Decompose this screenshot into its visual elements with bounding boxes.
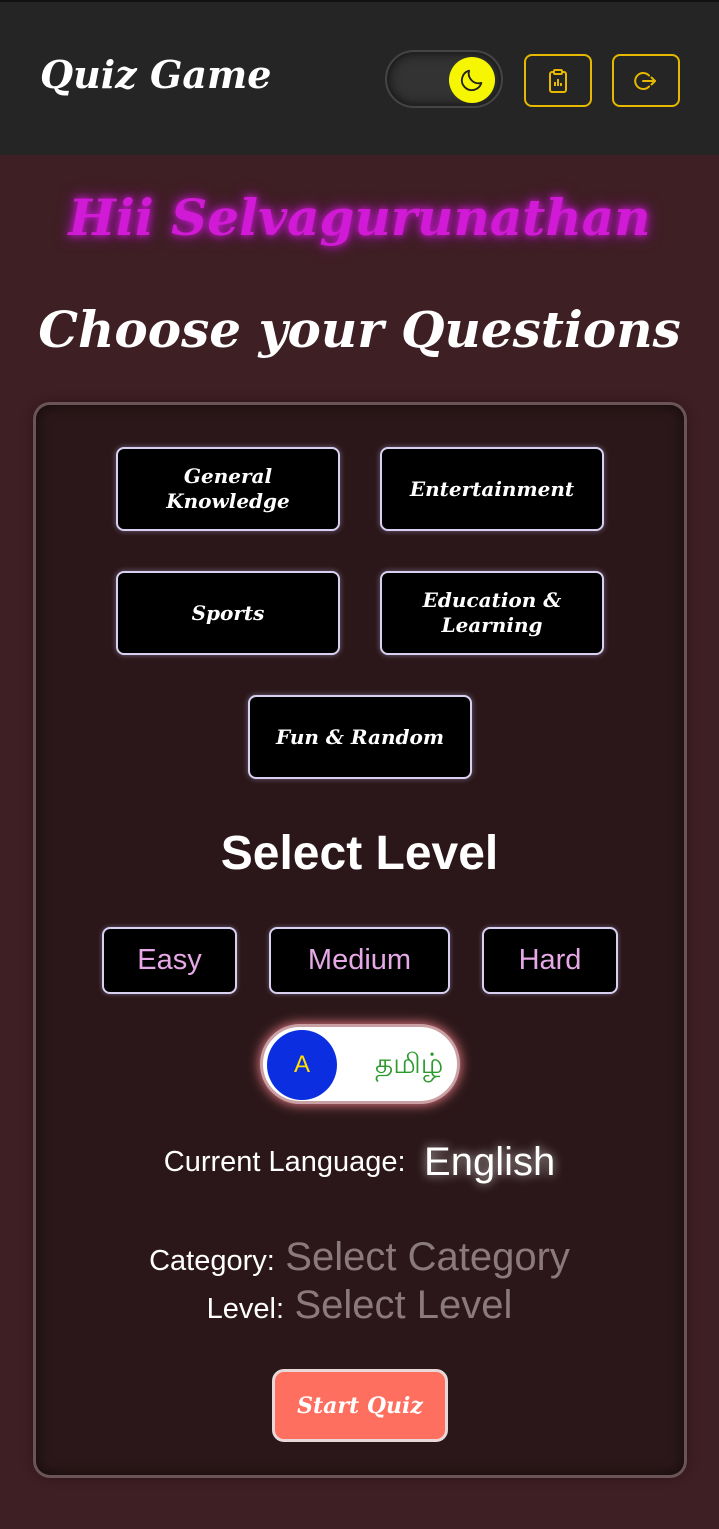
select-level-heading: Select Level <box>220 827 499 880</box>
level-summary: Level: Select Level <box>0 1283 719 1328</box>
current-language-value: English <box>424 1140 556 1184</box>
level-medium-button[interactable]: Medium <box>269 927 450 994</box>
language-toggle[interactable]: A தமிழ் <box>260 1024 460 1104</box>
greeting-text: Hii Selvagurunathan <box>68 188 651 247</box>
clipboard-icon <box>549 68 567 93</box>
logout-icon <box>634 71 656 90</box>
category-education-button[interactable]: Education & Learning <box>380 571 604 655</box>
category-summary: Category: Select Category <box>0 1235 719 1280</box>
current-language: Current Language: English <box>0 1140 719 1185</box>
app-title: Quiz Game <box>40 52 272 97</box>
category-sports-button[interactable]: Sports <box>116 571 340 655</box>
category-summary-value: Select Category <box>285 1235 570 1279</box>
category-fun-random-button[interactable]: Fun & Random <box>248 695 472 779</box>
category-entertainment-button[interactable]: Entertainment <box>380 447 604 531</box>
language-toggle-knob: A <box>267 1030 337 1100</box>
category-general-knowledge-button[interactable]: General Knowledge <box>116 447 340 531</box>
app-header: Quiz Game <box>0 0 719 155</box>
page-heading: Choose your Questions <box>38 300 681 359</box>
current-language-label: Current Language: <box>163 1146 406 1178</box>
start-quiz-button[interactable]: Start Quiz <box>272 1369 448 1442</box>
moon-icon <box>449 57 495 103</box>
language-toggle-alt-label: தமிழ் <box>375 1047 444 1080</box>
theme-toggle[interactable] <box>385 50 503 108</box>
category-summary-label: Category: <box>149 1245 275 1277</box>
scoreboard-button[interactable] <box>524 54 592 107</box>
logout-button[interactable] <box>612 54 680 107</box>
level-hard-button[interactable]: Hard <box>482 927 618 994</box>
level-summary-label: Level: <box>206 1293 284 1325</box>
level-summary-value: Select Level <box>294 1283 513 1327</box>
level-easy-button[interactable]: Easy <box>102 927 237 994</box>
